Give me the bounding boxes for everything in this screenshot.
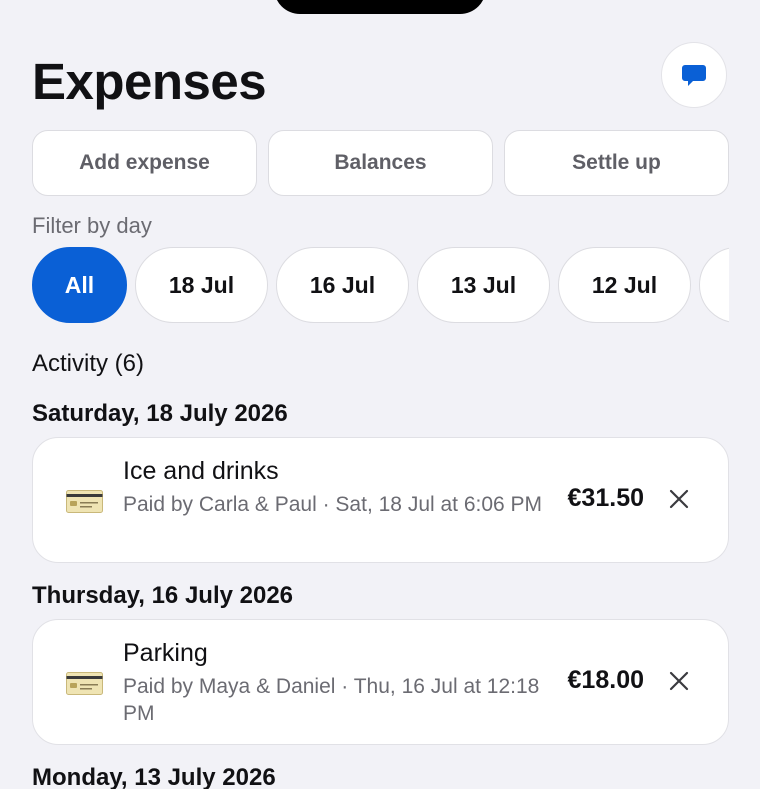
chip-13-jul[interactable]: 13 Jul [417, 247, 550, 323]
expenses-screen: Expenses Add expense Balances Settle up … [0, 0, 760, 789]
filter-label: Filter by day [32, 213, 152, 238]
chip-all[interactable]: All [32, 247, 127, 323]
date-heading: Saturday, 18 July 2026 [32, 400, 288, 427]
chat-button[interactable] [661, 42, 727, 108]
expense-amount: €18.00 [567, 666, 644, 694]
day-filter-chips[interactable]: All 18 Jul 16 Jul 13 Jul 12 Jul [32, 247, 729, 323]
credit-card-icon [66, 490, 103, 513]
expense-card[interactable]: Ice and drinks Paid by Carla & Paul · Sa… [32, 437, 729, 563]
chip-more[interactable] [699, 247, 729, 323]
chip-16-jul[interactable]: 16 Jul [276, 247, 409, 323]
device-notch [274, 0, 486, 14]
expense-meta: Paid by Carla & Paul · Sat, 18 Jul at 6:… [123, 493, 543, 516]
action-buttons: Add expense Balances Settle up [32, 130, 729, 196]
expense-name: Ice and drinks [123, 457, 279, 485]
date-heading: Monday, 13 July 2026 [32, 764, 276, 789]
expense-card[interactable]: Parking Paid by Maya & Daniel · Thu, 16 … [32, 619, 729, 745]
chat-bubble-icon [682, 65, 706, 86]
page-title: Expenses [32, 53, 267, 110]
close-icon[interactable] [667, 487, 691, 511]
expense-amount: €31.50 [567, 484, 644, 512]
close-icon[interactable] [667, 669, 691, 693]
activity-heading: Activity (6) [32, 350, 145, 377]
chip-18-jul[interactable]: 18 Jul [135, 247, 268, 323]
credit-card-icon [66, 672, 103, 695]
date-heading: Thursday, 16 July 2026 [32, 582, 294, 609]
expense-meta: Paid by Maya & Daniel · Thu, 16 Jul at 1… [123, 675, 540, 725]
chip-12-jul[interactable]: 12 Jul [558, 247, 691, 323]
settle-up-button[interactable]: Settle up [504, 130, 729, 196]
expense-name: Parking [123, 639, 208, 667]
add-expense-button[interactable]: Add expense [32, 130, 257, 196]
balances-button[interactable]: Balances [268, 130, 493, 196]
